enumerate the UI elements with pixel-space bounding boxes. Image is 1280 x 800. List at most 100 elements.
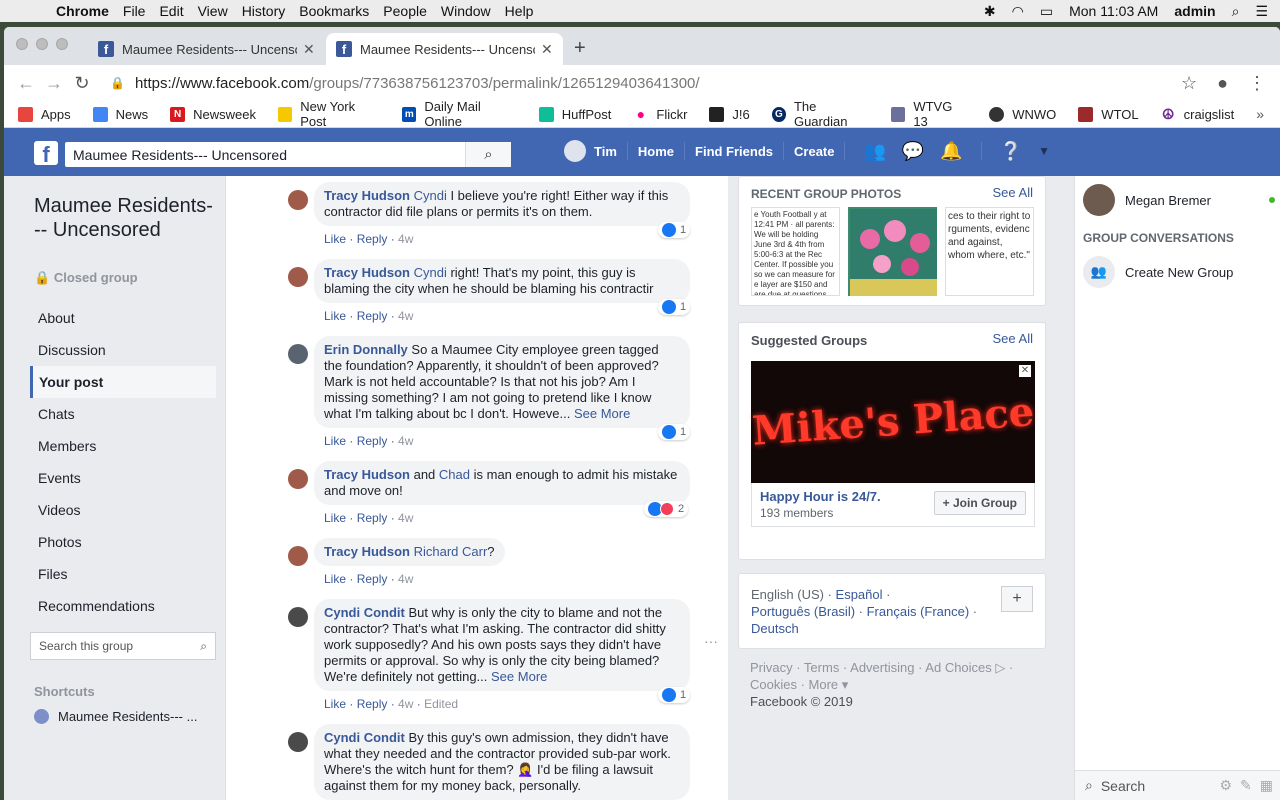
reply-link[interactable]: Reply (357, 572, 388, 586)
see-all-link[interactable]: See All (993, 185, 1033, 200)
reaction-count[interactable]: 1 (658, 687, 691, 703)
friend-requests-icon[interactable]: 👥 (863, 141, 885, 162)
like-link[interactable]: Like (324, 572, 346, 586)
search-icon[interactable]: ⌕ (465, 142, 511, 167)
footer-links[interactable]: Privacy · Terms · Advertising · Ad Choic… (750, 659, 1040, 693)
commenter-name[interactable]: Tracy Hudson (324, 265, 410, 280)
see-all-link[interactable]: See All (993, 331, 1033, 346)
menu-edit[interactable]: Edit (159, 3, 183, 19)
bookmark-guardian[interactable]: G The Guardian (771, 99, 869, 129)
nav-recommendations[interactable]: Recommendations (30, 590, 216, 622)
timestamp[interactable]: 4w (398, 572, 413, 586)
bookmark-j16[interactable]: J!6 (709, 106, 750, 122)
bookmark-flickr[interactable]: ● Flickr (633, 106, 688, 122)
notifications-icon[interactable]: 🔔 (940, 141, 962, 162)
mention[interactable]: Richard Carr (414, 544, 488, 559)
mention[interactable]: Cyndi (414, 265, 447, 280)
chrome-menu-icon[interactable]: ⋮ (1248, 73, 1266, 94)
avatar[interactable] (288, 190, 308, 210)
reply-link[interactable]: Reply (357, 697, 388, 711)
avatar[interactable] (288, 607, 308, 627)
bookmark-news[interactable]: News (92, 106, 148, 122)
group-title[interactable]: Maumee Residents--- Uncensored (34, 194, 214, 242)
avatar[interactable] (288, 546, 308, 566)
bookmark-nypost[interactable]: New York Post (278, 99, 380, 129)
nav-home[interactable]: Home (638, 144, 674, 159)
avatar[interactable] (564, 140, 586, 162)
like-link[interactable]: Like (324, 697, 346, 711)
see-more-link[interactable]: See More (574, 406, 630, 421)
avatar[interactable] (288, 732, 308, 752)
language-link[interactable]: Français (France) (867, 604, 970, 619)
spotlight-icon[interactable]: ⌕ (1232, 3, 1240, 20)
create-new-group-button[interactable]: 👥 Create New Group (1083, 256, 1233, 288)
bookmark-apps[interactable]: Apps (18, 106, 71, 122)
commenter-name[interactable]: Tracy Hudson (324, 467, 410, 482)
nav-photos[interactable]: Photos (30, 526, 216, 558)
commenter-name[interactable]: Tracy Hudson (324, 544, 410, 559)
join-group-button[interactable]: + Join Group (933, 491, 1026, 515)
timestamp[interactable]: 4w (398, 232, 413, 246)
reply-link[interactable]: Reply (357, 511, 388, 525)
expand-chat-icon[interactable]: ▦ (1260, 777, 1273, 794)
nav-files[interactable]: Files (30, 558, 216, 590)
more-options-icon[interactable]: ··· (704, 633, 718, 649)
nav-about[interactable]: About (30, 302, 216, 334)
bookmark-wnwo[interactable]: WNWO (989, 106, 1056, 122)
address-bar[interactable]: 🔒 https://www.facebook.com/groups/773638… (110, 75, 700, 92)
photo-thumbnail[interactable] (848, 207, 937, 296)
menu-history[interactable]: History (242, 3, 286, 19)
bookmark-craigslist[interactable]: ☮ craigslist (1161, 106, 1234, 122)
close-tab-icon[interactable]: ✕ (303, 41, 315, 58)
timestamp[interactable]: 4w (398, 309, 413, 323)
close-tab-icon[interactable]: ✕ (541, 41, 553, 58)
nav-members[interactable]: Members (30, 430, 216, 462)
suggested-group-image[interactable]: Mike's Place ✕ (750, 361, 1035, 483)
bookmark-huffpost[interactable]: HuffPost (538, 106, 611, 122)
reaction-count[interactable]: 1 (658, 424, 691, 440)
menu-window[interactable]: Window (441, 3, 491, 19)
nav-your-post[interactable]: Your post (30, 366, 216, 398)
mention[interactable]: Cyndi (414, 188, 447, 203)
new-tab-icon[interactable]: + (574, 37, 586, 60)
timestamp[interactable]: 4w (398, 697, 413, 711)
search-icon[interactable]: ⌕ (200, 639, 207, 653)
menu-file[interactable]: File (123, 3, 146, 19)
reaction-count[interactable]: 1 (658, 299, 691, 315)
battery-icon[interactable]: ▭ (1040, 3, 1053, 20)
reply-link[interactable]: Reply (357, 309, 388, 323)
like-link[interactable]: Like (324, 232, 346, 246)
shortcut-item[interactable]: Maumee Residents--- ... (34, 709, 197, 724)
mention[interactable]: Chad (439, 467, 470, 482)
avatar[interactable] (288, 344, 308, 364)
language-link[interactable]: Español (836, 587, 883, 602)
bookmark-wtol[interactable]: WTOL (1078, 106, 1139, 122)
commenter-name[interactable]: Erin Donnally (324, 342, 408, 357)
minimize-window-button[interactable] (36, 38, 48, 50)
nav-videos[interactable]: Videos (30, 494, 216, 526)
reply-link[interactable]: Reply (357, 434, 388, 448)
nav-find-friends[interactable]: Find Friends (695, 144, 773, 159)
messenger-icon[interactable]: 💬 (902, 141, 924, 162)
photo-thumbnail[interactable]: ces to their right to rguments, evidenc … (945, 207, 1034, 296)
clock[interactable]: Mon 11:03 AM (1069, 3, 1158, 19)
account-menu-icon[interactable]: ▼ (1038, 144, 1050, 158)
photo-thumbnail[interactable]: e Youth Football y at 12:41 PM · all par… (751, 207, 840, 296)
timestamp[interactable]: 4w (398, 434, 413, 448)
language-link[interactable]: Português (Brasil) (751, 604, 855, 619)
language-link[interactable]: Deutsch (751, 621, 799, 636)
bluetooth-icon[interactable]: ✱ (984, 3, 996, 20)
lock-icon[interactable]: 🔒 (110, 76, 125, 90)
facebook-logo-icon[interactable]: f (34, 141, 58, 167)
forward-icon[interactable]: → (40, 73, 68, 94)
add-language-button[interactable]: + (1001, 586, 1033, 612)
reply-link[interactable]: Reply (357, 232, 388, 246)
close-window-button[interactable] (16, 38, 28, 50)
group-search-input[interactable]: Search this group ⌕ (30, 632, 216, 660)
reload-icon[interactable]: ↻ (68, 73, 96, 94)
avatar[interactable] (288, 469, 308, 489)
like-link[interactable]: Like (324, 434, 346, 448)
help-icon[interactable]: ❔ (1000, 141, 1022, 162)
nav-chats[interactable]: Chats (30, 398, 216, 430)
zoom-window-button[interactable] (56, 38, 68, 50)
